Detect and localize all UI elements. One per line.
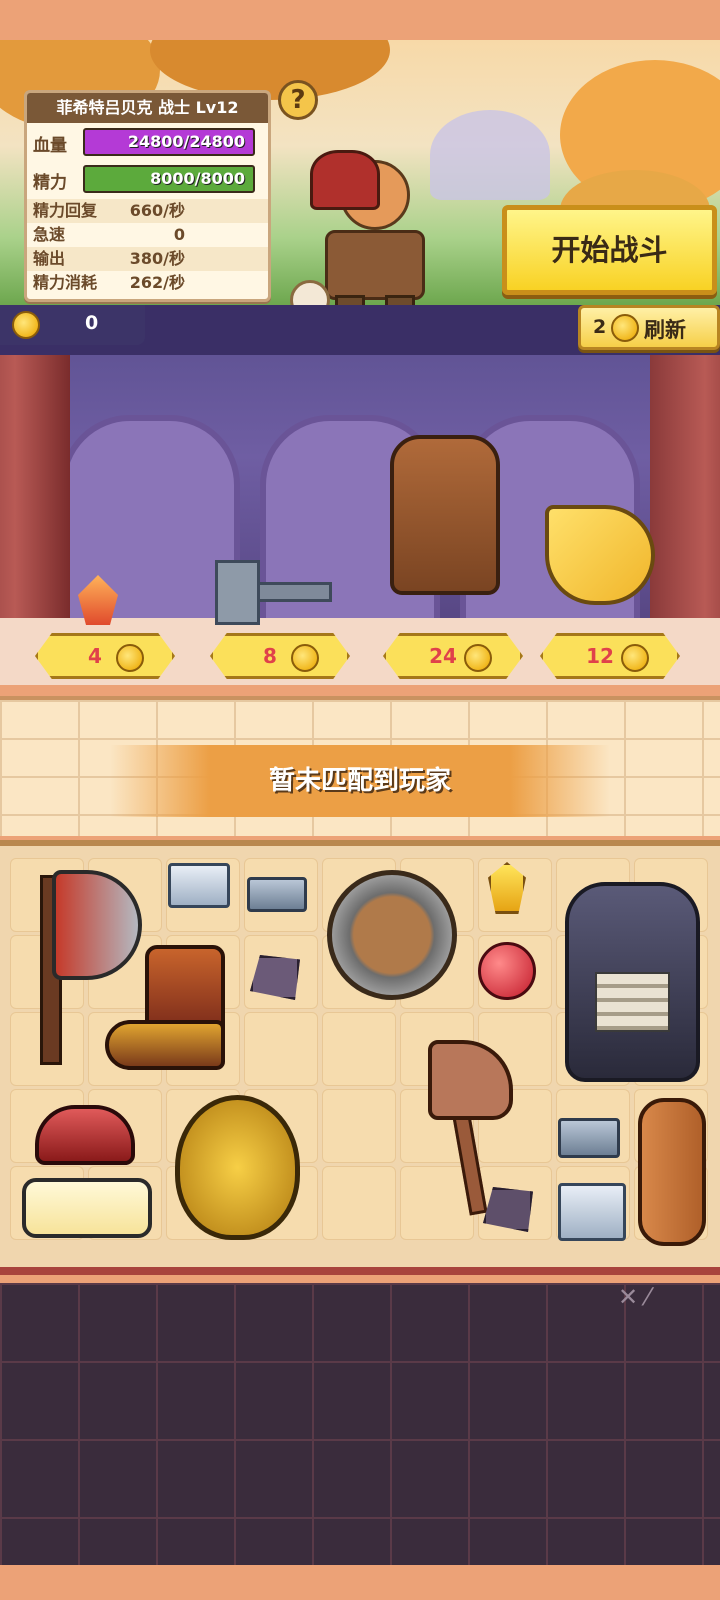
gold-coin-icon (291, 644, 319, 672)
warrior-character (290, 130, 450, 305)
crossed-swords-icon: ✕ ⁄ (618, 1283, 650, 1311)
iron-ingot-icon[interactable] (244, 872, 310, 917)
stat-label: 精力回复 (33, 201, 98, 220)
hero-stats-panel: 菲希特吕贝克 战士 Lv12 血量 24800/24800 精力 8000/80… (24, 90, 271, 302)
stat-row: 急速 0 (27, 223, 268, 247)
backpack-cell[interactable] (322, 1089, 396, 1163)
price-tag: 24 (383, 633, 523, 679)
stat-value: 0 (173, 225, 185, 244)
gold-coin-icon (116, 644, 144, 672)
price-tag: 12 (540, 633, 680, 679)
help-icon[interactable]: ? (278, 80, 318, 120)
stat-label: 输出 (33, 249, 66, 268)
energy-bar: 8000/8000 (83, 165, 255, 193)
hp-bar: 24800/24800 (83, 128, 255, 156)
crystal-shard-icon[interactable] (70, 570, 125, 630)
backpack-cell[interactable] (322, 1012, 396, 1086)
stat-value: 380/秒 (129, 249, 185, 268)
stat-row: 精力消耗 262/秒 (27, 271, 268, 295)
stat-list: 精力回复 660/秒 急速 0 输出 380/秒 精力消耗 262/秒 (27, 199, 268, 295)
refresh-button[interactable]: 2 刷新 (578, 305, 720, 350)
hammer-icon[interactable] (215, 560, 335, 632)
gold-amount: 0 (85, 312, 99, 334)
hp-label: 血量 (33, 136, 67, 156)
glass-jar-icon[interactable] (22, 1178, 152, 1243)
price-tag: 4 (35, 633, 175, 679)
gold-coin-icon (464, 644, 492, 672)
stat-label: 精力消耗 (33, 273, 98, 292)
ore-stone-icon[interactable] (245, 950, 305, 1005)
price-tag: 8 (210, 633, 350, 679)
flame-boot-icon[interactable] (105, 945, 240, 1080)
spiked-steel-armor-icon[interactable] (555, 862, 710, 1087)
golden-lion-shield-icon[interactable] (170, 1095, 305, 1245)
price-value: 8 (263, 644, 277, 668)
stat-value: 660/秒 (129, 201, 185, 220)
iron-ingot-icon[interactable] (555, 1178, 630, 1246)
stat-row: 精力回复 660/秒 (27, 199, 268, 223)
bread-loaf-icon[interactable] (638, 1098, 708, 1248)
stat-row: 输出 380/秒 (27, 247, 268, 271)
backpack-cell[interactable] (244, 1012, 318, 1086)
refresh-cost: 2 (593, 316, 607, 338)
banana-icon[interactable] (535, 495, 665, 615)
price-value: 12 (586, 644, 614, 668)
stat-value: 262/秒 (129, 273, 185, 292)
gold-counter: 0 (0, 305, 145, 345)
refresh-label: 刷新 (644, 318, 686, 342)
iron-ingot-icon[interactable] (555, 1110, 625, 1165)
match-status-banner: 暂未匹配到玩家 (110, 745, 610, 817)
horned-helmet-icon[interactable] (15, 1095, 155, 1170)
backpack-cell[interactable] (322, 1166, 396, 1240)
gold-coin-icon (621, 644, 649, 672)
energy-label: 精力 (33, 173, 67, 193)
round-wooden-shield-icon[interactable] (327, 870, 457, 1000)
iron-ingot-icon[interactable] (163, 855, 235, 917)
ore-stone-icon[interactable] (478, 1182, 538, 1237)
gold-coin-icon (12, 311, 40, 339)
topaz-ruby-gem-icon[interactable] (478, 862, 538, 1012)
enemy-board-grid (0, 1283, 720, 1565)
gold-coin-icon (611, 314, 639, 342)
price-value: 24 (429, 644, 457, 668)
bottom-bar (0, 1565, 720, 1600)
stat-label: 急速 (33, 225, 66, 244)
hero-name-level: 菲希特吕贝克 战士 Lv12 (27, 93, 268, 123)
price-value: 4 (88, 644, 102, 668)
start-battle-button[interactable]: 开始战斗 (502, 205, 717, 295)
leather-armor-icon[interactable] (380, 425, 510, 600)
